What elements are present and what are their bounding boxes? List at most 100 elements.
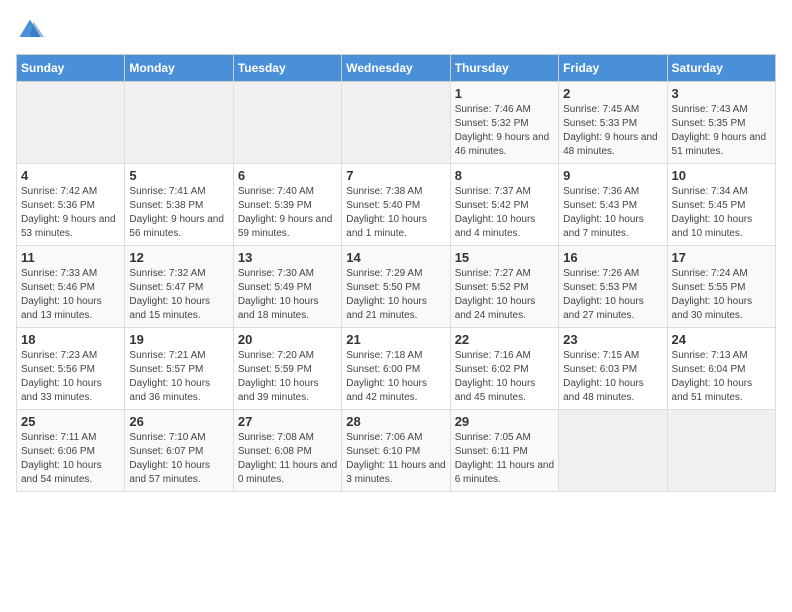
day-info: Sunrise: 7:29 AM Sunset: 5:50 PM Dayligh…	[346, 267, 445, 323]
day-of-week-header: Sunday	[17, 55, 125, 82]
day-info: Sunrise: 7:34 AM Sunset: 5:45 PM Dayligh…	[672, 185, 771, 241]
day-info: Sunrise: 7:33 AM Sunset: 5:46 PM Dayligh…	[21, 267, 120, 323]
calendar-cell: 9Sunrise: 7:36 AM Sunset: 5:43 PM Daylig…	[559, 164, 667, 246]
calendar-week-row: 4 Sunrise: 7:42 AM Sunset: 5:36 PM Daylig…	[17, 164, 776, 246]
day-number: 11	[21, 250, 120, 265]
day-number: 7	[346, 168, 445, 183]
day-info: Sunrise: 7:41 AM Sunset: 5:38 PM Dayligh…	[129, 185, 228, 241]
calendar-cell: 22 Sunrise: 7:16 AM Sunset: 6:02 PM Dayli…	[450, 328, 558, 410]
calendar-cell: 19Sunrise: 7:21 AM Sunset: 5:57 PM Dayli…	[125, 328, 233, 410]
calendar-week-row: 1 Sunrise: 7:46 AM Sunset: 5:32 PM Daylig…	[17, 82, 776, 164]
calendar-cell	[17, 82, 125, 164]
calendar-cell: 2 Sunrise: 7:45 AM Sunset: 5:33 PM Daylig…	[559, 82, 667, 164]
day-number: 25	[21, 414, 120, 429]
logo	[16, 16, 48, 44]
calendar-cell: 29 Sunrise: 7:05 AM Sunset: 6:11 PM Dayli…	[450, 410, 558, 492]
calendar-cell: 18Sunrise: 7:23 AM Sunset: 5:56 PM Dayli…	[17, 328, 125, 410]
day-number: 27	[238, 414, 337, 429]
day-number: 21	[346, 332, 445, 347]
day-info: Sunrise: 7:15 AM Sunset: 6:03 PM Dayligh…	[563, 349, 662, 405]
day-number: 9	[563, 168, 662, 183]
calendar-table: SundayMondayTuesdayWednesdayThursdayFrid…	[16, 54, 776, 492]
day-info: Sunrise: 7:27 AM Sunset: 5:52 PM Dayligh…	[455, 267, 554, 323]
day-number: 13	[238, 250, 337, 265]
logo-icon	[16, 16, 44, 44]
calendar-cell: 6 Sunrise: 7:40 AM Sunset: 5:39 PM Daylig…	[233, 164, 341, 246]
calendar-cell: 5 Sunrise: 7:41 AM Sunset: 5:38 PM Daylig…	[125, 164, 233, 246]
day-info: Sunrise: 7:24 AM Sunset: 5:55 PM Dayligh…	[672, 267, 771, 323]
calendar-cell: 4 Sunrise: 7:42 AM Sunset: 5:36 PM Daylig…	[17, 164, 125, 246]
calendar-cell: 12 Sunrise: 7:32 AM Sunset: 5:47 PM Dayli…	[125, 246, 233, 328]
calendar-cell: 27 Sunrise: 7:08 AM Sunset: 6:08 PM Dayli…	[233, 410, 341, 492]
day-number: 12	[129, 250, 228, 265]
day-of-week-header: Wednesday	[342, 55, 450, 82]
calendar-body: 1 Sunrise: 7:46 AM Sunset: 5:32 PM Daylig…	[17, 82, 776, 492]
day-info: Sunrise: 7:13 AM Sunset: 6:04 PM Dayligh…	[672, 349, 771, 405]
calendar-week-row: 18Sunrise: 7:23 AM Sunset: 5:56 PM Dayli…	[17, 328, 776, 410]
day-info: Sunrise: 7:08 AM Sunset: 6:08 PM Dayligh…	[238, 431, 337, 487]
day-info: Sunrise: 7:18 AM Sunset: 6:00 PM Dayligh…	[346, 349, 445, 405]
day-number: 10	[672, 168, 771, 183]
calendar-cell: 17 Sunrise: 7:24 AM Sunset: 5:55 PM Dayli…	[667, 246, 775, 328]
calendar-cell	[559, 410, 667, 492]
calendar-cell: 23 Sunrise: 7:15 AM Sunset: 6:03 PM Dayli…	[559, 328, 667, 410]
calendar-cell: 13Sunrise: 7:30 AM Sunset: 5:49 PM Dayli…	[233, 246, 341, 328]
day-number: 5	[129, 168, 228, 183]
day-number: 20	[238, 332, 337, 347]
day-number: 2	[563, 86, 662, 101]
calendar-cell	[667, 410, 775, 492]
page-header	[16, 16, 776, 44]
day-number: 14	[346, 250, 445, 265]
day-info: Sunrise: 7:21 AM Sunset: 5:57 PM Dayligh…	[129, 349, 228, 405]
day-number: 23	[563, 332, 662, 347]
day-number: 6	[238, 168, 337, 183]
calendar-cell: 3 Sunrise: 7:43 AM Sunset: 5:35 PM Daylig…	[667, 82, 775, 164]
calendar-cell: 16Sunrise: 7:26 AM Sunset: 5:53 PM Dayli…	[559, 246, 667, 328]
day-info: Sunrise: 7:46 AM Sunset: 5:32 PM Dayligh…	[455, 103, 554, 159]
day-info: Sunrise: 7:16 AM Sunset: 6:02 PM Dayligh…	[455, 349, 554, 405]
calendar-header-row: SundayMondayTuesdayWednesdayThursdayFrid…	[17, 55, 776, 82]
day-number: 16	[563, 250, 662, 265]
day-number: 29	[455, 414, 554, 429]
calendar-cell	[342, 82, 450, 164]
calendar-cell: 28Sunrise: 7:06 AM Sunset: 6:10 PM Dayli…	[342, 410, 450, 492]
calendar-cell	[125, 82, 233, 164]
calendar-cell: 20 Sunrise: 7:20 AM Sunset: 5:59 PM Dayli…	[233, 328, 341, 410]
day-info: Sunrise: 7:38 AM Sunset: 5:40 PM Dayligh…	[346, 185, 445, 241]
day-number: 26	[129, 414, 228, 429]
day-info: Sunrise: 7:43 AM Sunset: 5:35 PM Dayligh…	[672, 103, 771, 159]
day-number: 15	[455, 250, 554, 265]
day-info: Sunrise: 7:05 AM Sunset: 6:11 PM Dayligh…	[455, 431, 554, 487]
day-of-week-header: Friday	[559, 55, 667, 82]
calendar-cell: 15 Sunrise: 7:27 AM Sunset: 5:52 PM Dayli…	[450, 246, 558, 328]
day-number: 1	[455, 86, 554, 101]
day-of-week-header: Monday	[125, 55, 233, 82]
day-of-week-header: Saturday	[667, 55, 775, 82]
day-number: 24	[672, 332, 771, 347]
calendar-cell: 7 Sunrise: 7:38 AM Sunset: 5:40 PM Daylig…	[342, 164, 450, 246]
calendar-cell: 1 Sunrise: 7:46 AM Sunset: 5:32 PM Daylig…	[450, 82, 558, 164]
day-number: 4	[21, 168, 120, 183]
day-number: 17	[672, 250, 771, 265]
calendar-cell: 8 Sunrise: 7:37 AM Sunset: 5:42 PM Daylig…	[450, 164, 558, 246]
day-info: Sunrise: 7:45 AM Sunset: 5:33 PM Dayligh…	[563, 103, 662, 159]
calendar-week-row: 11 Sunrise: 7:33 AM Sunset: 5:46 PM Dayli…	[17, 246, 776, 328]
day-info: Sunrise: 7:20 AM Sunset: 5:59 PM Dayligh…	[238, 349, 337, 405]
calendar-cell: 10 Sunrise: 7:34 AM Sunset: 5:45 PM Dayli…	[667, 164, 775, 246]
day-of-week-header: Tuesday	[233, 55, 341, 82]
day-info: Sunrise: 7:37 AM Sunset: 5:42 PM Dayligh…	[455, 185, 554, 241]
day-number: 18	[21, 332, 120, 347]
calendar-cell: 25Sunrise: 7:11 AM Sunset: 6:06 PM Dayli…	[17, 410, 125, 492]
day-info: Sunrise: 7:42 AM Sunset: 5:36 PM Dayligh…	[21, 185, 120, 241]
day-number: 3	[672, 86, 771, 101]
day-info: Sunrise: 7:10 AM Sunset: 6:07 PM Dayligh…	[129, 431, 228, 487]
day-number: 8	[455, 168, 554, 183]
day-of-week-header: Thursday	[450, 55, 558, 82]
day-info: Sunrise: 7:32 AM Sunset: 5:47 PM Dayligh…	[129, 267, 228, 323]
day-number: 22	[455, 332, 554, 347]
calendar-cell: 26 Sunrise: 7:10 AM Sunset: 6:07 PM Dayli…	[125, 410, 233, 492]
calendar-cell: 24 Sunrise: 7:13 AM Sunset: 6:04 PM Dayli…	[667, 328, 775, 410]
calendar-week-row: 25Sunrise: 7:11 AM Sunset: 6:06 PM Dayli…	[17, 410, 776, 492]
day-info: Sunrise: 7:40 AM Sunset: 5:39 PM Dayligh…	[238, 185, 337, 241]
day-number: 28	[346, 414, 445, 429]
